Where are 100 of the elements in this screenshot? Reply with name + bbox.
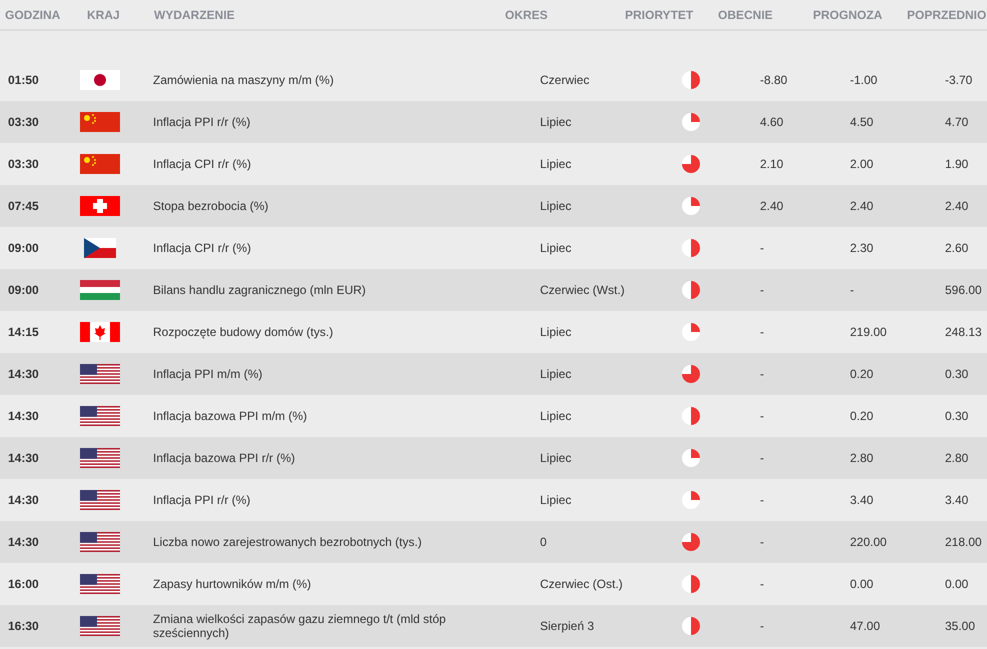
flag-icon [80,448,120,468]
actual-cell-text: -8.80 [760,73,788,87]
period-cell-text: Czerwiec (Ost.) [540,577,624,591]
priority-icon [681,406,701,426]
actual-cell-text: 4.60 [760,115,784,129]
previous-cell-text: 0.30 [945,367,970,381]
column-header: PROGNOZA [813,8,882,22]
time-cell-text: 14:30 [7,535,40,549]
event-cell-text: Bilans handlu zagranicznego (mln EUR) [153,283,367,297]
period-cell-text: Czerwiec (Wst.) [540,283,626,297]
flag-icon [80,322,120,342]
actual-cell-text: - [760,493,765,507]
event-cell-text: Inflacja PPI r/r (%) [153,493,252,507]
period-cell-text: Lipiec [540,409,572,423]
event-cell-text: Inflacja CPI r/r (%) [153,157,252,171]
forecast-cell-text: 2.30 [850,241,874,255]
time-cell-text: 07:45 [7,199,40,213]
flag-icon [80,616,120,636]
period-cell-text: Lipiec [540,157,572,171]
time-cell-text: 14:15 [7,325,40,339]
forecast-cell-text: 0.20 [850,367,874,381]
period-cell-text: Lipiec [540,325,572,339]
priority-icon [681,490,701,510]
event-cell-text: Stopa bezrobocia (%) [153,199,270,213]
forecast-cell-text: 219.00 [850,325,888,339]
event-cell-text: Rozpoczęte budowy domów (tys.) [153,325,334,339]
column-header: KRAJ [87,8,120,22]
flag-icon [80,154,120,174]
previous-cell-text: 3.40 [945,493,970,507]
forecast-cell-text: 2.80 [850,451,874,465]
time-cell-text: 14:30 [7,451,40,465]
previous-cell-text: 2.80 [945,451,970,465]
priority-icon [681,70,701,90]
time-cell-text: 14:30 [7,493,40,507]
flag-icon [80,196,120,216]
time-cell-text: 16:00 [7,577,40,591]
forecast-cell-text: 0.20 [850,409,874,423]
actual-cell-text: - [760,535,765,549]
actual-cell-text: - [760,409,765,423]
forecast-cell-text: - [850,283,855,297]
column-header: POPRZEDNIO [907,8,986,22]
period-cell-text: Lipiec [540,241,572,255]
event-cell-text: Inflacja CPI r/r (%) [153,241,252,255]
forecast-cell-text: 4.50 [850,115,874,129]
period-cell-text: Lipiec [540,115,572,129]
actual-cell-text: - [760,619,765,633]
previous-cell-text: 218.00 [945,535,983,549]
column-header: PRIORYTET [625,8,694,22]
previous-cell-text: 2.60 [945,241,970,255]
event-cell-text: Inflacja bazowa PPI m/m (%) [153,409,308,423]
flag-icon [80,364,120,384]
previous-cell-text: 35.00 [945,619,976,633]
time-cell-text: 01:50 [7,73,40,87]
actual-cell-text: 2.10 [760,157,784,171]
priority-icon [681,322,701,342]
flag-icon [80,532,120,552]
priority-icon [681,616,701,636]
actual-cell-text: - [760,577,765,591]
period-cell-text: Sierpień 3 [540,619,596,633]
forecast-cell-text: 0.00 [850,577,874,591]
priority-icon [681,154,701,174]
period-cell-text: Lipiec [540,493,572,507]
priority-icon [681,574,701,594]
event-cell-text: Zmiana wielkości zapasów gazu ziemnego t/t (mld stóp sześciennych) [153,612,447,640]
actual-cell-text: - [760,325,765,339]
previous-cell-text: 0.30 [945,409,970,423]
event-cell-text: Liczba nowo zarejestrowanych bezrobotnych (tys.) [153,535,423,549]
forecast-cell-text: 220.00 [850,535,888,549]
time-cell-text: 16:30 [7,619,40,633]
actual-cell-text: - [760,283,765,297]
forecast-cell-text: 47.00 [850,619,882,633]
flag-icon [80,574,120,594]
time-cell-text: 09:00 [7,241,40,255]
actual-cell-text: - [760,451,765,465]
flag-icon [80,406,120,426]
time-cell-text: 03:30 [7,157,40,171]
previous-cell-text: 248.13 [945,325,983,339]
forecast-cell-text: 3.40 [850,493,874,507]
previous-cell-text: 1.90 [945,157,970,171]
flag-icon [80,490,120,510]
priority-icon [681,196,701,216]
priority-icon [681,280,701,300]
priority-icon [681,112,701,132]
event-cell-text: Zapasy hurtowników m/m (%) [153,577,312,591]
priority-icon [681,448,701,468]
priority-icon [681,532,701,552]
previous-cell-text: 596.00 [945,283,983,297]
event-cell-text: Inflacja bazowa PPI r/r (%) [153,451,296,465]
actual-cell-text: 2.40 [760,199,784,213]
period-cell-text: 0 [540,535,548,549]
time-cell-text: 14:30 [7,409,40,423]
event-cell-text: Inflacja PPI r/r (%) [153,115,252,129]
period-cell-text: Lipiec [540,199,572,213]
time-cell-text: 09:00 [7,283,40,297]
flag-icon [80,280,120,300]
column-header: OBECNIE [718,8,773,22]
column-header: OKRES [505,8,548,22]
column-header: GODZINA [5,8,60,22]
event-cell-text: Zamówienia na maszyny m/m (%) [153,73,335,87]
time-cell-text: 03:30 [7,115,40,129]
